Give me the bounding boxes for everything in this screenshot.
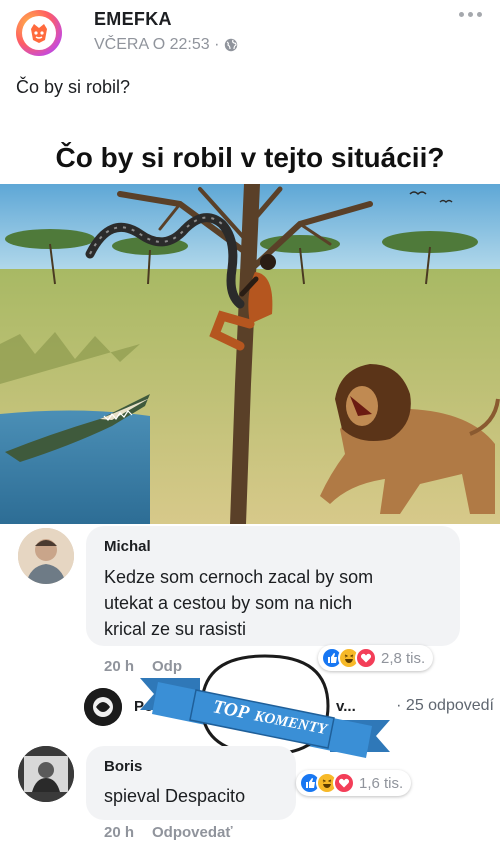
scene-illustration <box>0 184 500 524</box>
image-title: Čo by si robil v tejto situácii? <box>55 142 445 173</box>
reply-button[interactable]: Odpovedať <box>152 824 233 841</box>
comment-time[interactable]: 20 h <box>104 824 134 841</box>
post-text: Čo by si robil? <box>16 77 131 97</box>
page-logo-icon <box>31 24 47 43</box>
comment-author[interactable]: Boris <box>104 758 142 775</box>
comment-time[interactable]: 20 h <box>104 658 134 675</box>
reply-avatar-icon <box>84 688 122 726</box>
page-avatar[interactable] <box>16 10 62 56</box>
avatar[interactable] <box>18 746 74 802</box>
reaction-summary[interactable]: 1,6 tis. <box>296 770 412 796</box>
love-reaction-icon <box>333 772 355 794</box>
comment-author[interactable]: Michal <box>104 538 151 555</box>
post-image[interactable]: Čo by si robil v tejto situácii? <box>0 118 500 524</box>
page-name[interactable]: EMEFKA <box>94 9 172 30</box>
more-options-icon[interactable] <box>459 12 482 17</box>
post-meta: VČERA O 22:53 · <box>94 36 238 54</box>
comment-text: Kedze som cernoch zacal by som utekat a … <box>104 567 374 639</box>
comment-text: spieval Despacito <box>104 786 246 806</box>
post-timestamp[interactable]: VČERA O 22:53 · <box>94 36 219 54</box>
avatar <box>84 688 122 726</box>
person-photo-icon <box>18 528 74 584</box>
reaction-count: 1,6 tis. <box>359 774 404 792</box>
globe-icon <box>225 38 238 52</box>
avatar[interactable] <box>18 528 74 584</box>
person-photo-icon <box>18 746 74 802</box>
post-header: EMEFKA VČERA O 22:53 · <box>0 0 500 66</box>
comment-actions: 20 h Odpovedať <box>104 824 233 841</box>
reply-count[interactable]: · 25 odpovedí <box>396 697 494 715</box>
